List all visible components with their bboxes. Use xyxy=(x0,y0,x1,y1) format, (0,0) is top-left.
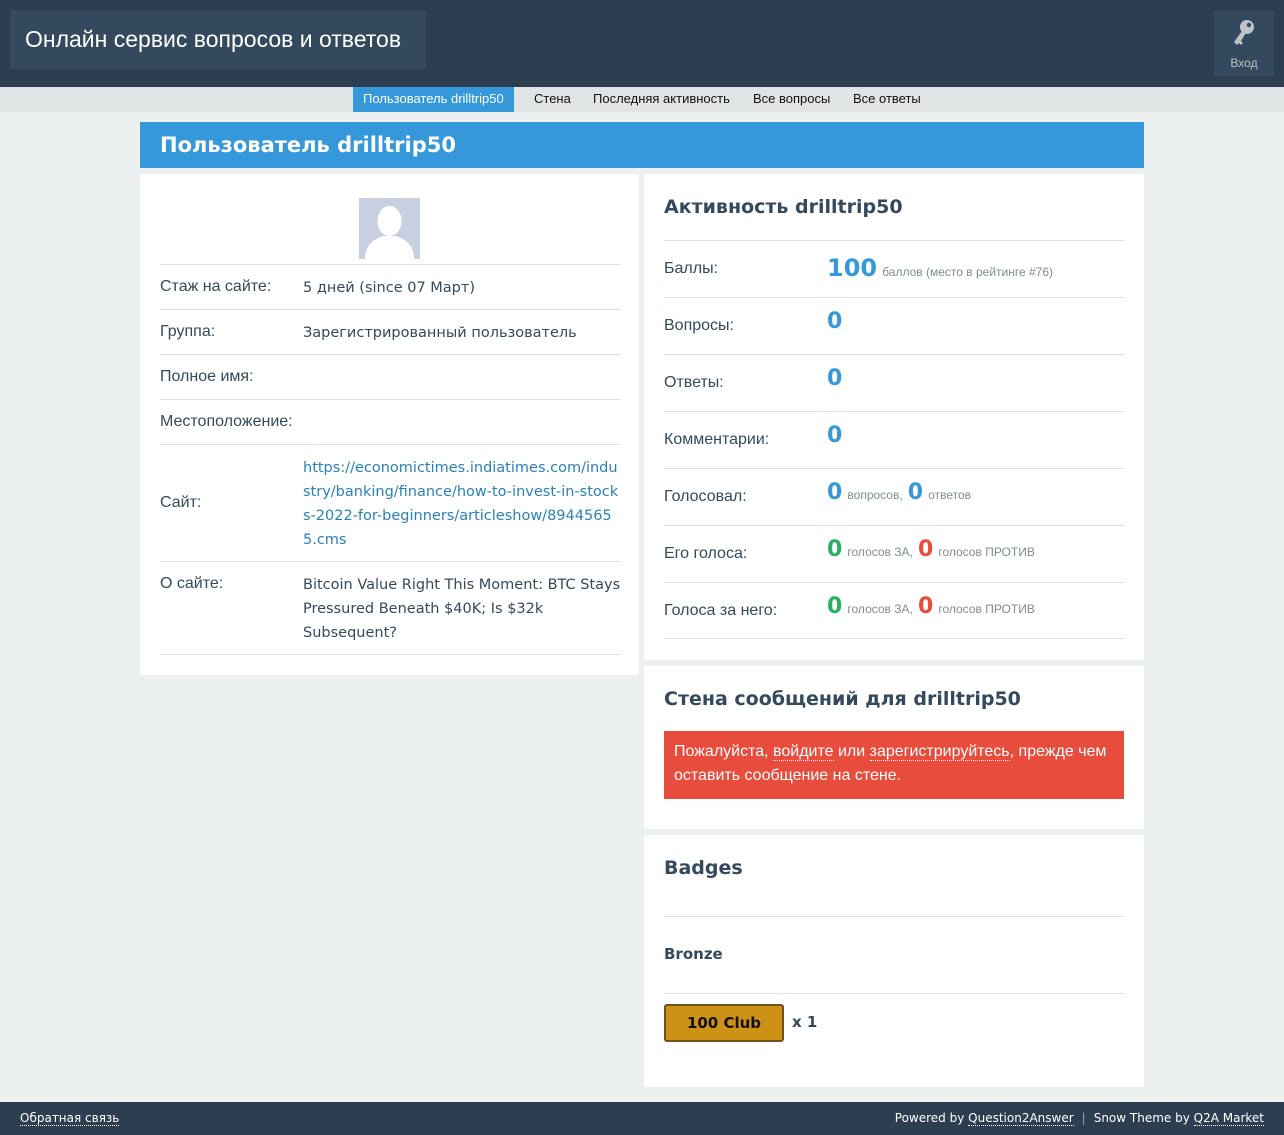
his-upvotes-count: 0 xyxy=(827,537,843,562)
divider xyxy=(160,654,620,655)
activity-label: Ответы: xyxy=(664,374,724,391)
key-icon xyxy=(1234,20,1254,45)
profile-row-about: О сайте: Bitcoin Value Right This Moment… xyxy=(160,561,620,654)
comments-count: 0 xyxy=(827,423,843,448)
profile-label: Группа: xyxy=(160,323,216,340)
activity-label: Его голоса: xyxy=(664,545,748,562)
profile-row-full-name: Полное имя: xyxy=(160,354,620,399)
login-button[interactable]: Вход xyxy=(1214,10,1274,76)
received-upvotes-text: голосов ЗА, xyxy=(847,602,913,616)
activity-row-his-votes: Его голоса: 0 голосов ЗА, 0 голосов ПРОТ… xyxy=(664,525,1124,582)
tab-wall[interactable]: Стена xyxy=(534,87,571,112)
profile-label: Полное имя: xyxy=(160,368,254,385)
login-required-alert: Пожалуйста, войдите или зарегистрируйтес… xyxy=(664,731,1124,799)
profile-row-member-since: Стаж на сайте: 5 дней (since 07 Март) xyxy=(160,264,620,309)
activity-row-points: Баллы: 100 баллов (место в рейтинге #76) xyxy=(664,240,1124,297)
site-title-link[interactable]: Онлайн сервис вопросов и ответов xyxy=(10,10,426,69)
questions-count: 0 xyxy=(827,309,843,334)
badges-title: Badges xyxy=(664,857,743,879)
tab-all-questions[interactable]: Все вопросы xyxy=(753,87,830,112)
tab-recent-activity[interactable]: Последняя активность xyxy=(593,87,730,112)
profile-label: О сайте: xyxy=(160,575,224,592)
alert-text: Пожалуйста, xyxy=(674,743,774,760)
profile-panel: Стаж на сайте: 5 дней (since 07 Март) Гр… xyxy=(140,174,639,675)
register-link[interactable]: зарегистрируйтесь xyxy=(869,743,1010,761)
avatar xyxy=(359,198,420,259)
q2a-link[interactable]: Question2Answer xyxy=(968,1111,1074,1126)
activity-row-votes-for-him: Голоса за него: 0 голосов ЗА, 0 голосов … xyxy=(664,582,1124,639)
profile-value: 5 дней (since 07 Март) xyxy=(303,280,475,296)
points-value: 100 xyxy=(827,254,878,282)
footer-separator: | xyxy=(1081,1111,1086,1125)
badge-100-club[interactable]: 100 Club xyxy=(664,1004,784,1042)
activity-label: Голоса за него: xyxy=(664,602,778,619)
tab-user[interactable]: Пользователь drilltrip50 xyxy=(353,87,514,112)
voted-questions-text: вопросов, xyxy=(847,488,903,502)
his-downvotes-text: голосов ПРОТИВ xyxy=(938,545,1035,559)
activity-label: Комментарии: xyxy=(664,431,770,448)
received-downvotes-count: 0 xyxy=(917,594,934,619)
profile-label: Сайт: xyxy=(160,494,202,511)
divider xyxy=(664,993,1124,994)
q2a-market-link[interactable]: Q2A Market xyxy=(1193,1111,1264,1126)
activity-row-questions: Вопросы: 0 xyxy=(664,297,1124,354)
login-label: Вход xyxy=(1230,56,1258,70)
alert-text: или xyxy=(833,743,870,760)
website-link[interactable]: https://economictimes.indiatimes.com/ind… xyxy=(303,456,621,552)
profile-row-website: Сайт: https://economictimes.indiatimes.c… xyxy=(160,444,620,561)
badge-tier-label: Bronze xyxy=(664,945,723,963)
activity-row-voted: Голосовал: 0 вопросов, 0 ответов xyxy=(664,468,1124,525)
received-downvotes-text: голосов ПРОТИВ xyxy=(938,602,1035,616)
badge-count: x 1 xyxy=(792,1013,818,1031)
badges-panel: Badges Bronze 100 Club x 1 xyxy=(644,835,1144,1087)
profile-value: Bitcoin Value Right This Moment: BTC Sta… xyxy=(303,577,621,641)
activity-label: Вопросы: xyxy=(664,317,734,334)
wall-panel: Стена сообщений для drilltrip50 Пожалуйс… xyxy=(644,666,1144,829)
profile-subnav: Пользователь drilltrip50 Стена Последняя… xyxy=(0,87,1284,112)
voted-answers-count: 0 xyxy=(907,480,924,505)
profile-row-group: Группа: Зарегистрированный пользователь xyxy=(160,309,620,354)
voted-questions-count: 0 xyxy=(827,480,843,505)
voted-answers-text: ответов xyxy=(928,488,972,502)
activity-label: Баллы: xyxy=(664,260,719,277)
default-avatar-icon xyxy=(359,198,420,259)
page-title: Пользователь drilltrip50 xyxy=(140,122,1144,168)
profile-value: Зарегистрированный пользователь xyxy=(303,325,577,341)
his-downvotes-count: 0 xyxy=(917,537,934,562)
profile-label: Местоположение: xyxy=(160,413,293,430)
wall-title: Стена сообщений для drilltrip50 xyxy=(664,688,1021,710)
profile-row-location: Местоположение: xyxy=(160,399,620,444)
login-link[interactable]: войдите xyxy=(773,743,834,761)
site-header: Онлайн сервис вопросов и ответов Вход xyxy=(0,0,1284,87)
divider xyxy=(664,916,1124,917)
activity-panel: Активность drilltrip50 Баллы: 100 баллов… xyxy=(644,174,1144,660)
activity-row-comments: Комментарии: 0 xyxy=(664,411,1124,468)
his-upvotes-text: голосов ЗА, xyxy=(847,545,913,559)
received-upvotes-count: 0 xyxy=(827,594,843,619)
powered-by-text: Powered by xyxy=(894,1111,969,1125)
profile-label: Стаж на сайте: xyxy=(160,278,272,295)
activity-label: Голосовал: xyxy=(664,488,747,505)
points-note: баллов (место в рейтинге #76) xyxy=(882,265,1054,279)
activity-row-answers: Ответы: 0 xyxy=(664,354,1124,411)
site-footer: Обратная связь Powered by Question2Answe… xyxy=(0,1102,1284,1135)
theme-by-text: Snow Theme by xyxy=(1093,1111,1194,1125)
answers-count: 0 xyxy=(827,366,843,391)
feedback-link[interactable]: Обратная связь xyxy=(20,1111,120,1126)
tab-all-answers[interactable]: Все ответы xyxy=(853,87,921,112)
activity-title: Активность drilltrip50 xyxy=(664,196,903,218)
